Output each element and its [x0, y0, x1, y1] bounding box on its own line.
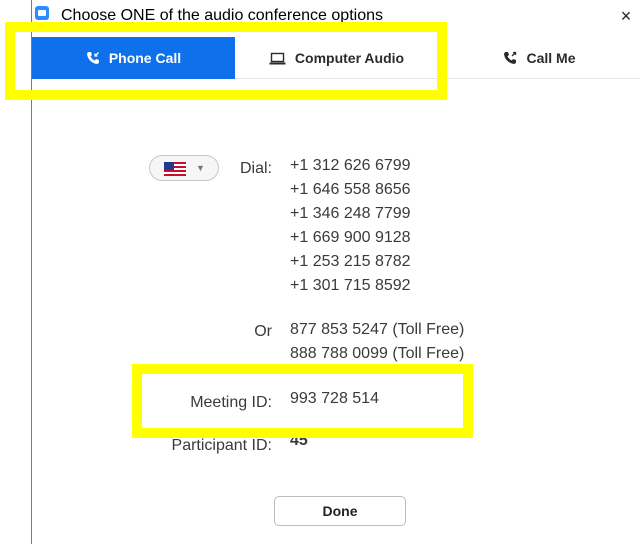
tab-call-me[interactable]: Call Me — [438, 37, 640, 79]
meeting-id-value: 993 728 514 — [290, 390, 379, 407]
meeting-id-label: Meeting ID: — [190, 394, 272, 411]
dial-number: +1 301 715 8592 — [290, 277, 411, 294]
window-title: Choose ONE of the audio conference optio… — [61, 7, 383, 24]
dial-number: +1 646 558 8656 — [290, 181, 411, 198]
tab-computer-audio-label: Computer Audio — [294, 50, 405, 66]
audio-conference-dialog: Choose ONE of the audio conference optio… — [31, 0, 640, 544]
audio-option-tabs: Phone Call Computer Audio Call Me — [32, 37, 640, 79]
us-flag-icon — [164, 162, 186, 176]
tab-computer-audio[interactable]: Computer Audio — [235, 37, 438, 79]
title-bar: Choose ONE of the audio conference optio… — [32, 0, 640, 36]
laptop-icon — [269, 52, 286, 65]
toll-free-number: 877 853 5247 (Toll Free) — [290, 321, 465, 338]
dial-number: +1 669 900 9128 — [290, 229, 411, 246]
participant-id-label: Participant ID: — [171, 437, 272, 454]
dial-number-list: +1 312 626 6799 +1 646 558 8656 +1 346 2… — [290, 156, 411, 300]
or-label: Or — [254, 323, 272, 340]
phone-outgoing-icon — [503, 51, 517, 65]
dial-label: Dial: — [239, 160, 272, 177]
toll-free-number: 888 788 0099 (Toll Free) — [290, 345, 465, 362]
zoom-app-icon — [35, 6, 49, 20]
dial-number: +1 346 248 7799 — [290, 205, 411, 222]
toll-free-number-list: 877 853 5247 (Toll Free) 888 788 0099 (T… — [290, 320, 464, 368]
close-button[interactable]: × — [616, 6, 636, 26]
tab-phone-call-label: Phone Call — [108, 50, 182, 66]
phone-call-icon — [86, 51, 100, 65]
tab-phone-call[interactable]: Phone Call — [32, 37, 235, 79]
dial-number: +1 253 215 8782 — [290, 253, 411, 270]
tab-call-me-label: Call Me — [526, 50, 576, 66]
done-button[interactable]: Done — [274, 496, 406, 526]
participant-id-value: 45 — [290, 432, 308, 449]
dial-number: +1 312 626 6799 — [290, 157, 411, 174]
